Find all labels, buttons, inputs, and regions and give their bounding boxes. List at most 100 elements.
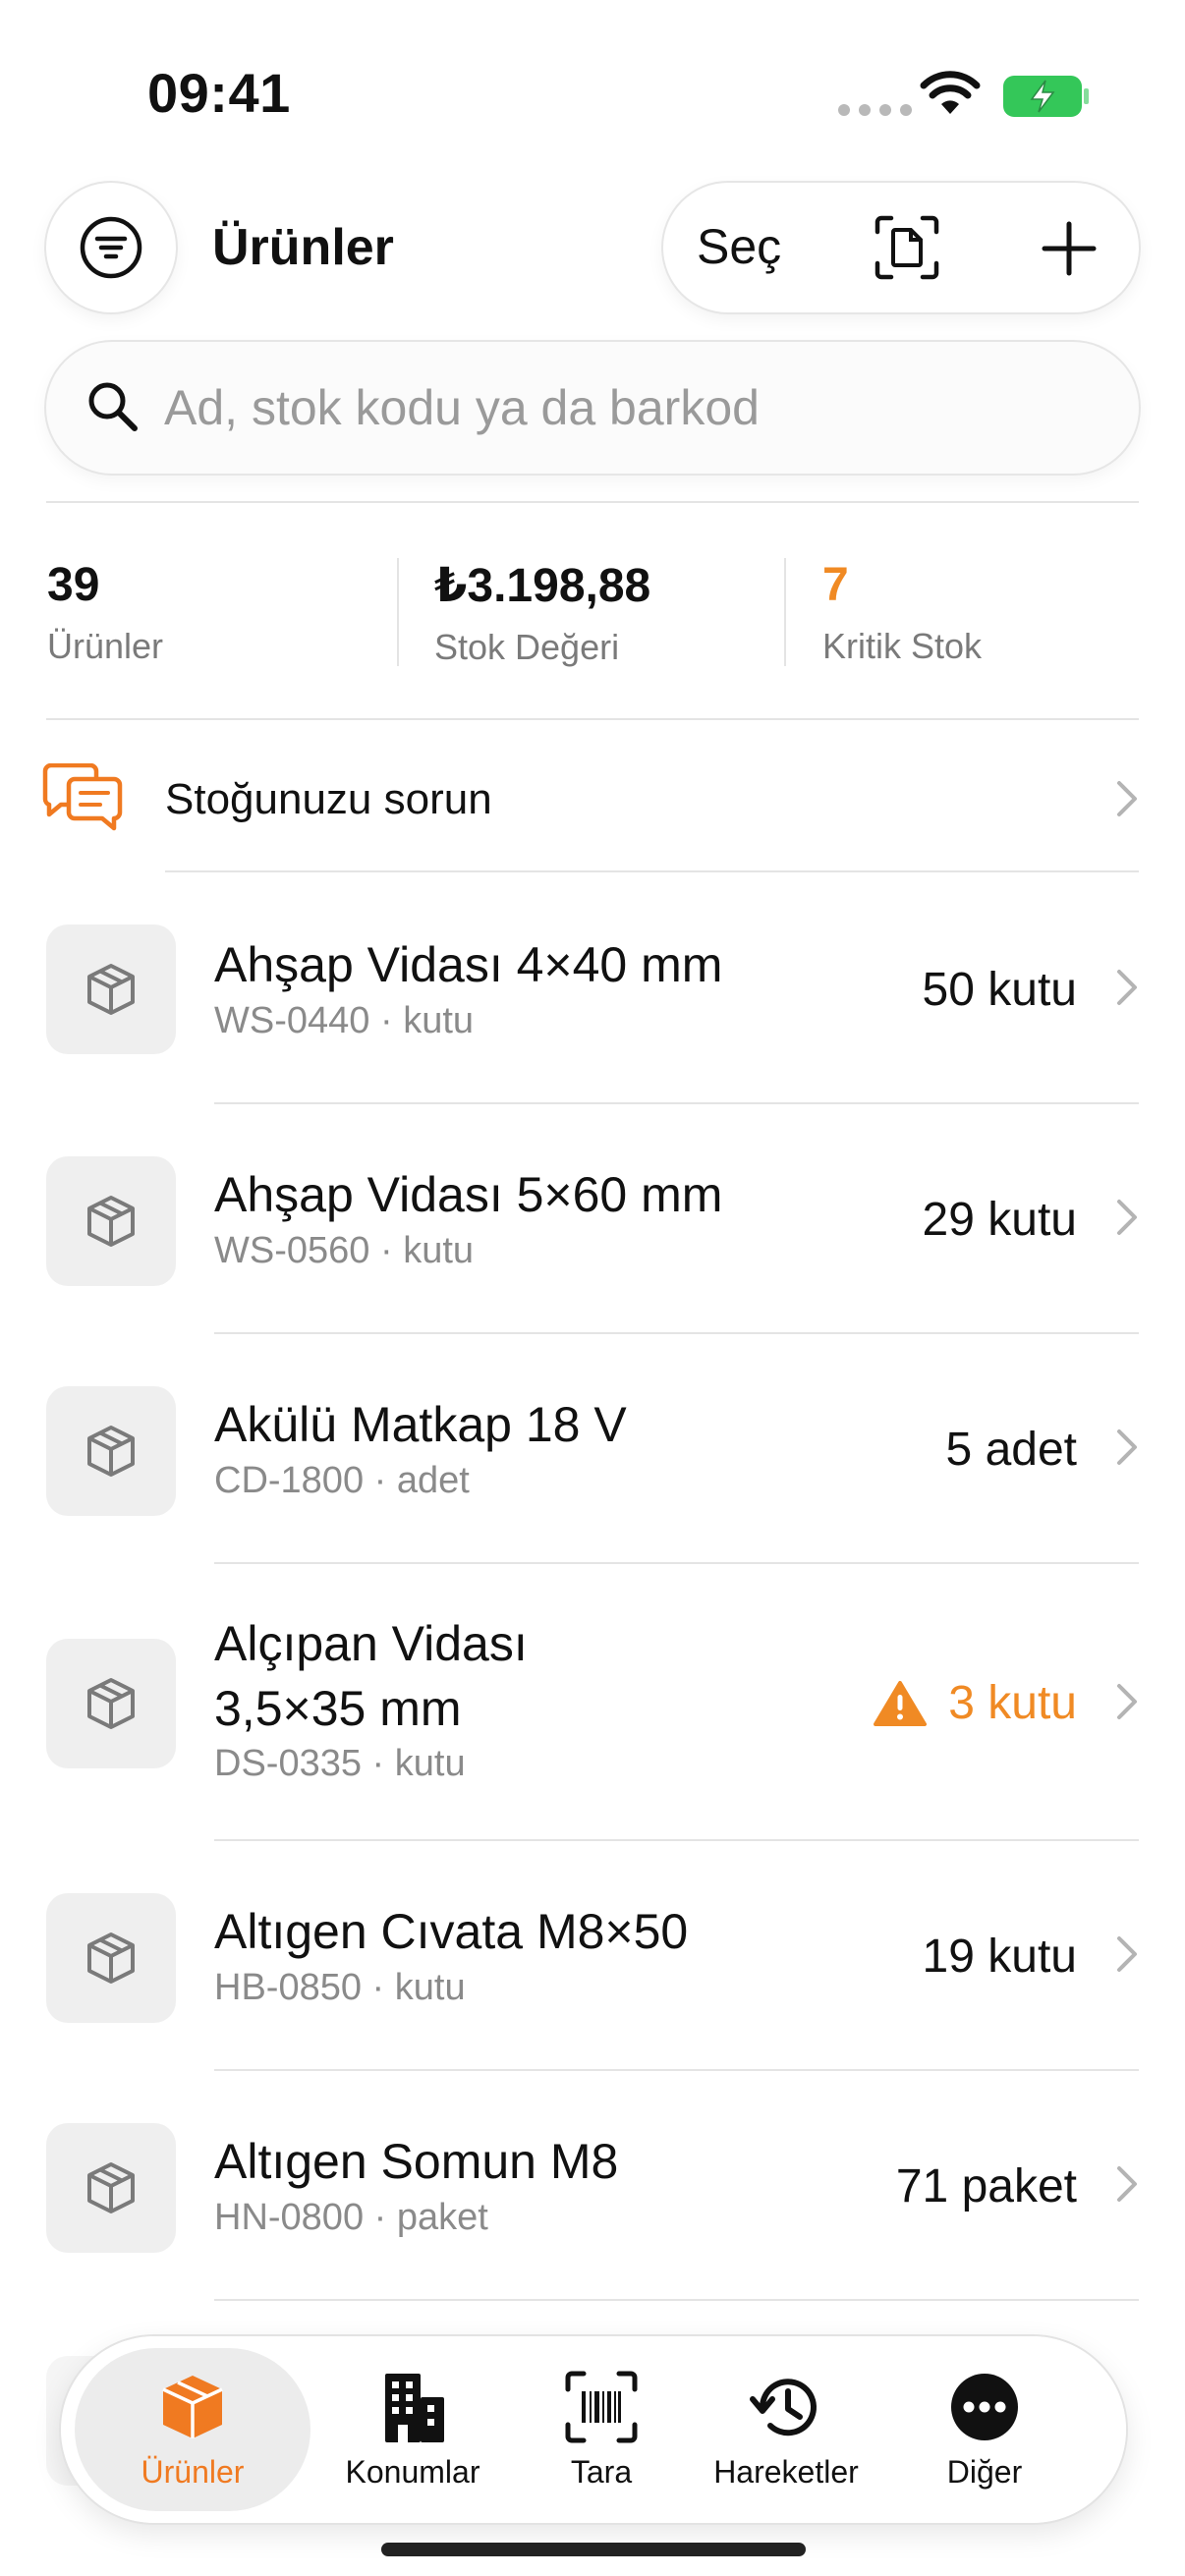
product-thumbnail [46,1639,176,1768]
list-item[interactable]: Ahşap Vidası 4×40 mm WS-0440 · kutu 50 k… [0,872,1185,1102]
product-meta: DS-0335 · kutu [214,1743,466,1784]
stat-label: Stok Değeri [434,627,620,667]
tab-scan[interactable]: Tara [544,2336,658,2523]
header-toolbar: Seç [663,183,1139,312]
list-item[interactable]: Altıgen Cıvata M8×50 HB-0850 · kutu 19 k… [0,1841,1185,2071]
divider [46,501,1139,503]
chevron-right-icon [1117,781,1137,816]
tab-more[interactable]: Diğer [908,2336,1061,2523]
product-code: WS-0560 [214,1230,370,1271]
product-code: CD-1800 [214,1460,365,1501]
product-thumbnail [46,1386,176,1516]
stat-label: Ürünler [47,626,164,666]
stat-label: Kritik Stok [822,626,983,666]
product-quantity: 50 kutu [922,964,1077,1016]
cube-icon [87,1932,135,1984]
list-item[interactable]: Akülü Matkap 18 V CD-1800 · adet 5 adet [0,1334,1185,1564]
product-name: Ahşap Vidası 4×40 mm [214,937,723,992]
product-unit: paket [396,2197,488,2238]
page-title: Ürünler [212,219,394,276]
barcode-scan-icon [565,2371,638,2442]
stat-products: 39 Ürünler [47,558,163,667]
cube-icon [87,1678,135,1729]
product-code: HN-0800 [214,2197,365,2238]
tab-label: Ürünler [141,2453,245,2490]
product-name: Akülü Matkap 18 V [214,1397,627,1452]
ask-stock-label: Stoğunuzu sorun [165,775,492,823]
search-input[interactable] [164,369,1107,446]
stat-value: 7 [822,559,849,611]
tab-locations[interactable]: Konumlar [314,2336,511,2523]
chevron-right-icon [1117,1684,1137,1719]
tab-label: Hareketler [713,2453,859,2490]
search-bar [46,342,1139,474]
cube-icon [87,1426,135,1477]
wifi-icon [920,71,981,114]
cube-icon [87,2162,135,2213]
chevron-right-icon [1117,1200,1137,1235]
chevron-right-icon [1117,970,1137,1005]
product-name-line: 3,5×35 mm [214,1681,462,1736]
battery-charging-icon [1003,76,1089,117]
product-code: DS-0335 [214,1743,362,1784]
product-unit: kutu [394,1967,466,2008]
divider [397,558,399,666]
tab-bar: Ürünler Konumlar Tara Hareketler Diğer [61,2336,1126,2523]
product-name: Alçıpan Vidası 3,5×35 mm [214,1611,528,1741]
chevron-right-icon [1117,1429,1137,1465]
product-unit: kutu [403,1000,475,1041]
chevron-right-icon [1117,2166,1137,2202]
product-name: Altıgen Somun M8 [214,2134,619,2189]
tab-label: Tara [570,2453,633,2490]
divider [214,2299,1139,2301]
status-time: 09:41 [147,62,291,124]
status-bar: 09:41 [0,0,1185,147]
product-code: WS-0440 [214,1000,370,1041]
plus-icon[interactable] [1037,216,1101,281]
product-quantity: 29 kutu [922,1194,1077,1246]
cube-icon [87,1196,135,1247]
filter-icon [80,216,142,279]
product-code: HB-0850 [214,1967,362,2008]
search-icon [88,382,138,431]
list-item[interactable]: Altıgen Somun M8 HN-0800 · paket 71 pake… [0,2071,1185,2301]
product-meta: WS-0560 · kutu [214,1230,475,1271]
tab-movements[interactable]: Hareketler [688,2336,884,2523]
more-icon [951,2373,1018,2440]
tab-label: Konumlar [345,2453,480,2490]
product-thumbnail [46,924,176,1054]
stat-value: 39 [47,559,100,611]
chevron-right-icon [1117,1936,1137,1972]
stat-critical-stock[interactable]: 7 Kritik Stok [822,558,982,667]
filter-button[interactable] [46,183,176,312]
tab-label: Diğer [946,2453,1023,2490]
product-quantity: 5 adet [945,1424,1077,1476]
product-quantity-critical: 3 kutu [874,1676,1077,1730]
select-button[interactable]: Seç [697,218,781,275]
product-thumbnail [46,1156,176,1286]
stat-stock-value: ₺3.198,88 Stok Değeri [434,558,650,668]
home-indicator[interactable] [381,2543,806,2556]
product-unit: adet [396,1460,470,1501]
product-meta: WS-0440 · kutu [214,1000,475,1041]
document-scan-icon[interactable] [872,212,942,283]
product-thumbnail [46,1893,176,2023]
product-name-line: Alçıpan Vidası [214,1616,528,1671]
product-quantity: 71 paket [895,2160,1077,2212]
stat-value: ₺3.198,88 [434,560,651,612]
building-icon [385,2373,444,2442]
divider [46,718,1139,720]
product-unit: kutu [403,1230,475,1271]
tab-products[interactable]: Ürünler [75,2348,310,2511]
list-item[interactable]: Alçıpan Vidası 3,5×35 mm DS-0335 · kutu … [0,1564,1185,1841]
product-quantity: 19 kutu [922,1931,1077,1983]
product-unit: kutu [394,1743,466,1784]
divider [784,558,786,666]
product-meta: HB-0850 · kutu [214,1967,466,2008]
history-icon [750,2378,817,2436]
list-item[interactable]: Ahşap Vidası 5×60 mm WS-0560 · kutu 29 k… [0,1104,1185,1334]
product-meta: HN-0800 · paket [214,2197,488,2238]
product-quantity: 3 kutu [948,1677,1077,1729]
ask-stock-row[interactable]: Stoğunuzu sorun [0,722,1185,874]
product-name: Ahşap Vidası 5×60 mm [214,1167,723,1222]
